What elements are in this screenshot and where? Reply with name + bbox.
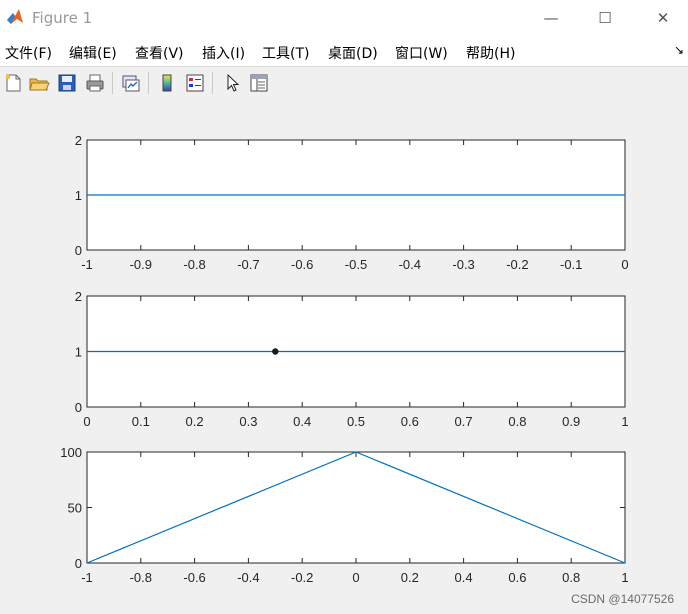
figure-canvas: -1 -0.9 -0.8 -0.7 -0.6 -0.5 -0.4 -0.3 -0.2 -0.1 00… bbox=[60, 133, 629, 585]
y-tick-label: 0 bbox=[75, 556, 82, 571]
x-tick-label: 0.2 bbox=[186, 414, 204, 429]
x-tick-label: -0.6 bbox=[291, 257, 313, 272]
y-tick-label: 100 bbox=[60, 445, 82, 460]
x-tick-label: 0.3 bbox=[239, 414, 257, 429]
x-tick-label: 0 bbox=[83, 414, 90, 429]
y-tick-label: 1 bbox=[75, 188, 82, 203]
x-tick-label: -0.6 bbox=[183, 570, 205, 585]
y-tick-label: 1 bbox=[75, 345, 82, 360]
x-tick-label: -1 bbox=[81, 570, 93, 585]
x-tick-label: 1 bbox=[621, 414, 628, 429]
x-tick-label: -0.7 bbox=[237, 257, 259, 272]
x-tick-label: 0.9 bbox=[562, 414, 580, 429]
x-tick-label: -0.2 bbox=[291, 570, 313, 585]
x-tick-label: -0.8 bbox=[183, 257, 205, 272]
x-tick-label: -0.8 bbox=[130, 570, 152, 585]
x-tick-label: 0.8 bbox=[508, 414, 526, 429]
x-tick-label: 1 bbox=[621, 570, 628, 585]
x-tick-label: -0.4 bbox=[237, 570, 259, 585]
x-tick-label: -0.4 bbox=[399, 257, 421, 272]
x-tick-label: -0.3 bbox=[452, 257, 474, 272]
x-tick-label: -0.5 bbox=[345, 257, 367, 272]
x-tick-label: 0 bbox=[352, 570, 359, 585]
x-tick-label: 0.5 bbox=[347, 414, 365, 429]
y-tick-label: 0 bbox=[75, 400, 82, 415]
y-tick-label: 2 bbox=[75, 289, 82, 304]
x-tick-label: 0.1 bbox=[132, 414, 150, 429]
x-tick-label: -0.9 bbox=[130, 257, 152, 272]
axes-box bbox=[86, 451, 626, 564]
y-tick-label: 50 bbox=[68, 501, 82, 516]
x-tick-label: 0.8 bbox=[562, 570, 580, 585]
subplot-2: 0 0.1 0.2 0.3 0.4 0.5 0.6 0.7 0.8 0.9 1 0 1 2 bbox=[75, 289, 629, 429]
x-tick-label: -1 bbox=[81, 257, 93, 272]
x-tick-label: -0.2 bbox=[506, 257, 528, 272]
data-point-marker bbox=[272, 348, 279, 355]
x-tick-label: 0.6 bbox=[508, 570, 526, 585]
subplot-3: -1 -0.8 -0.6 -0.4 -0.2 0 0.2 0.4 0.6 0.8 1 0 50 100 bbox=[60, 445, 628, 585]
x-tick-label: 0.2 bbox=[401, 570, 419, 585]
subplot-1: -1 -0.9 -0.8 -0.7 -0.6 -0.5 -0.4 -0.3 -0.2 -0.1 0 0… bbox=[75, 133, 629, 272]
x-tick-label: 0.6 bbox=[401, 414, 419, 429]
x-tick-label: 0.7 bbox=[455, 414, 473, 429]
x-tick-label: 0 bbox=[621, 257, 628, 272]
x-tick-label: 0.4 bbox=[293, 414, 311, 429]
y-tick-label: 2 bbox=[75, 133, 82, 148]
y-tick-label: 0 bbox=[75, 243, 82, 258]
x-tick-label: 0.4 bbox=[455, 570, 473, 585]
watermark: CSDN @14077526 bbox=[571, 592, 674, 606]
x-tick-label: -0.1 bbox=[560, 257, 582, 272]
